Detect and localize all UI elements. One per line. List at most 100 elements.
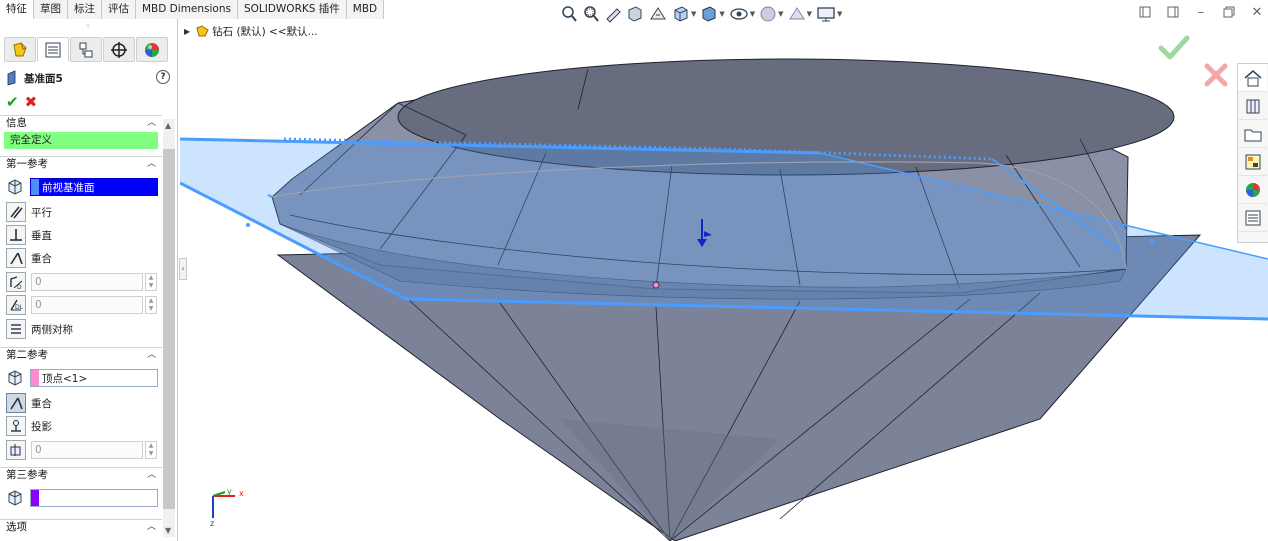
property-manager-tab[interactable] (37, 37, 69, 62)
feature-manager-tab[interactable] (4, 37, 36, 62)
coincident-icon[interactable] (6, 248, 26, 268)
zoom-to-fit-icon[interactable] (560, 4, 578, 24)
restore-icon[interactable] (1222, 5, 1236, 19)
first-reference-title: 第一参考 (6, 158, 48, 170)
perpendicular-label: 垂直 (31, 229, 52, 242)
second-coincident-label: 重合 (31, 397, 52, 410)
offset-distance-row: D 0 ▲ ▼ (6, 272, 160, 292)
expand-arrow-icon[interactable]: ▶ (184, 27, 190, 36)
appearances-scenes-icon[interactable] (1238, 176, 1267, 204)
display-style-icon[interactable]: ▼ (700, 4, 725, 24)
tab-mbd-dimensions[interactable]: MBD Dimensions (136, 0, 238, 19)
custom-properties-icon[interactable] (1238, 204, 1267, 232)
part-icon (196, 25, 209, 37)
view-orientation-icon[interactable]: ▼ (672, 4, 696, 24)
confirmation-cancel-icon[interactable] (1203, 62, 1229, 91)
second-value-input[interactable]: 0 (31, 441, 143, 459)
second-value-spinner[interactable]: ▲ ▼ (145, 441, 157, 459)
view-settings-icon[interactable]: ▼ (816, 4, 842, 24)
scrollbar-thumb[interactable] (163, 149, 175, 509)
plane-icon (7, 70, 16, 86)
collapse-chevron-icon[interactable]: ︿ (147, 348, 156, 363)
selected-vertex (652, 281, 660, 289)
symmetric-icon[interactable] (6, 319, 26, 339)
collapse-chevron-icon[interactable]: ︿ (147, 468, 156, 483)
minimize-icon[interactable]: – (1194, 5, 1208, 19)
edit-appearance-icon[interactable]: ▼ (759, 4, 784, 24)
second-coincident-option[interactable]: 重合 (6, 393, 160, 413)
info-group-header[interactable]: 信息 ︿ (0, 115, 162, 131)
offset-distance-input[interactable]: 0 (31, 273, 143, 291)
status-badge: 完全定义 (4, 132, 158, 149)
tab-solidworks-addins[interactable]: SOLIDWORKS 插件 (237, 0, 347, 19)
tab-markup[interactable]: 标注 (68, 0, 102, 19)
scroll-up-arrow[interactable]: ▲ (165, 121, 171, 130)
project-option[interactable]: 投影 (6, 416, 160, 436)
project-icon[interactable] (6, 416, 26, 436)
collapse-chevron-icon[interactable]: ︿ (147, 157, 156, 172)
perpendicular-icon[interactable] (6, 225, 26, 245)
symmetric-option[interactable]: 两侧对称 (6, 319, 160, 339)
design-library-icon[interactable] (1238, 92, 1267, 120)
confirmation-ok-icon[interactable] (1158, 34, 1190, 63)
tab-evaluate[interactable]: 评估 (102, 0, 136, 19)
offset-distance-spinner[interactable]: ▲ ▼ (145, 273, 157, 291)
triad-x-label: x (239, 489, 244, 498)
home-icon[interactable] (1238, 64, 1267, 92)
dynamic-annotation-icon[interactable] (648, 4, 668, 24)
angle-spinner[interactable]: ▲ ▼ (145, 296, 157, 314)
model-view[interactable] (180, 19, 1268, 541)
parallel-option[interactable]: 平行 (6, 202, 160, 222)
offset-distance-icon[interactable]: D (6, 272, 26, 292)
panel-grip[interactable]: ◦ (82, 23, 94, 32)
collapse-chevron-icon[interactable]: ︿ (147, 520, 156, 535)
second-value-icon[interactable] (6, 440, 26, 460)
feature-tree-breadcrumb[interactable]: ▶ 钻石 (默认) <<默认... (184, 23, 318, 39)
view-palette-icon[interactable] (1238, 148, 1267, 176)
second-reference-field[interactable]: 顶点<1> (30, 369, 158, 387)
feature-tree-icon (13, 41, 27, 56)
cancel-x-icon[interactable]: ✖ (25, 95, 38, 111)
second-reference-value: 顶点<1> (42, 372, 88, 385)
previous-view-icon[interactable] (604, 4, 622, 24)
help-icon[interactable]: ? (156, 70, 170, 84)
coincident-icon[interactable] (6, 393, 26, 413)
zoom-to-area-icon[interactable] (582, 4, 600, 24)
section-view-icon[interactable] (626, 4, 644, 24)
second-reference-header[interactable]: 第二参考 ︿ (0, 347, 162, 363)
hide-show-items-icon[interactable]: ▼ (729, 4, 755, 24)
angle-icon[interactable]: DL (6, 295, 26, 315)
parallel-icon[interactable] (6, 202, 26, 222)
axis-triad-icon: x y z (210, 487, 244, 528)
dimxpert-tab[interactable] (103, 37, 135, 62)
collapse-chevron-icon[interactable]: ︿ (147, 116, 156, 131)
configuration-manager-tab[interactable] (70, 37, 102, 62)
display-manager-tab[interactable] (136, 37, 168, 62)
symmetric-label: 两侧对称 (31, 323, 73, 336)
tab-features[interactable]: 特征 (0, 0, 34, 19)
angle-input[interactable]: 0 (31, 296, 143, 314)
apply-scene-icon[interactable]: ▼ (788, 4, 812, 24)
tab-sketch[interactable]: 草图 (34, 0, 68, 19)
tile-view-icon[interactable] (1166, 5, 1180, 19)
panel-scrollbar[interactable]: ▲ ▼ (163, 119, 175, 537)
file-explorer-icon[interactable] (1238, 120, 1267, 148)
info-group-title: 信息 (6, 117, 27, 129)
perpendicular-option[interactable]: 垂直 (6, 225, 160, 245)
third-reference-field[interactable] (30, 489, 158, 507)
first-reference-field[interactable]: 前视基准面 (30, 178, 158, 196)
third-reference-header[interactable]: 第三参考 ︿ (0, 467, 162, 483)
scroll-down-arrow[interactable]: ▼ (165, 526, 171, 535)
graphics-viewport[interactable] (180, 19, 1268, 541)
first-reference-value: 前视基准面 (42, 181, 95, 194)
appearance-sphere-icon (145, 42, 159, 57)
first-reference-header[interactable]: 第一参考 ︿ (0, 156, 162, 172)
options-group-header[interactable]: 选项 ︿ (0, 519, 162, 535)
split-view-icon[interactable] (1138, 5, 1152, 19)
tab-mbd[interactable]: MBD (346, 0, 385, 19)
third-reference-group: 第三参考 ︿ (0, 467, 162, 483)
coincident-option[interactable]: 重合 (6, 248, 160, 268)
command-manager-tabs: 特征 草图 标注 评估 MBD Dimensions SOLIDWORKS 插件… (0, 0, 385, 19)
ok-check-icon[interactable]: ✔ (6, 95, 19, 111)
close-icon[interactable]: ✕ (1250, 5, 1264, 19)
